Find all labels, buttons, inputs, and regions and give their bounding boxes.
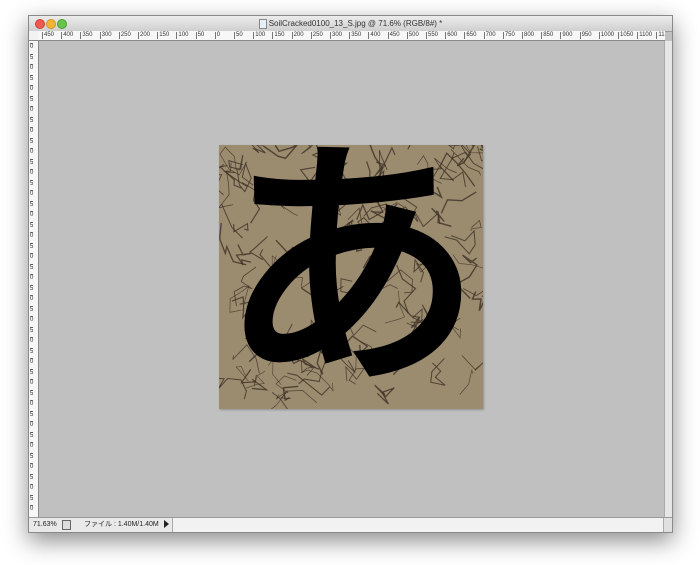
vertical-scrollbar[interactable] [664,41,672,517]
ruler-v-label: 5 [30,200,34,208]
ruler-v-label: 0 [30,211,34,218]
file-size-info: ファイル : 1.40M/1.40M [84,521,159,528]
window-title: SoilCracked0100_13_S.jpg @ 71.6% (RGB/8#… [268,19,443,28]
ruler-h-label: 300 [99,32,112,39]
ruler-h-label: 750 [502,32,515,39]
ruler-v-label: 5 [30,242,34,250]
vertical-ruler[interactable]: 0 5 0 5 0 5 0 5 0 5 0 5 0 5 0 5 0 5 0 5 0 5 0 5 0 5 0 5 0 5 0 5 0 5 0 5 0 5 0 5… [29,41,39,517]
ruler-h-label: 1050 [618,32,634,39]
ruler-h-label: 50 [234,32,243,39]
ruler-v-label: 0 [30,484,34,491]
ruler-h-label: 50 [195,32,205,39]
status-bar: 71.63% ファイル : 1.40M/1.40M [29,517,672,532]
ruler-v-label: 0 [30,421,34,428]
canvas-area[interactable]: あ [39,41,664,517]
horizontal-scrollbar[interactable] [172,518,664,532]
ruler-h-label: 250 [118,32,131,39]
ruler-v-label: 5 [30,368,34,376]
ruler-v-label: 0 [30,148,34,155]
document-image: あ [219,145,483,409]
ruler-v-label: 0 [30,85,34,92]
window-title-container: SoilCracked0100_13_S.jpg @ 71.6% (RGB/8#… [29,17,672,30]
ruler-v-label: 0 [30,379,34,386]
horizontal-ruler[interactable]: 450 400 350 300 250 200 150 100 50 0 50 100 150 200 25… [38,31,665,41]
ruler-h-label: 600 [445,32,458,39]
ruler-h-label: 200 [138,32,151,39]
ruler-v-label: 5 [30,137,34,145]
ruler-h-label: 400 [368,32,381,39]
ruler-h-label: 950 [579,32,592,39]
ruler-v-label: 0 [30,43,34,50]
ruler-v-label: 0 [30,463,34,470]
ruler-h-label: 115 [656,32,665,39]
ruler-v-label: 5 [30,95,34,103]
ruler-h-label: 450 [42,32,55,39]
ruler-v-label: 5 [30,452,34,460]
ruler-h-label: 100 [176,32,189,39]
ruler-h-label: 900 [560,32,573,39]
ruler-h-label: 1100 [637,32,653,39]
document-status-icon[interactable] [62,520,71,530]
ruler-h-label: 150 [272,32,285,39]
title-bar[interactable]: SoilCracked0100_13_S.jpg @ 71.6% (RGB/8#… [29,16,672,32]
ruler-v-label: 5 [30,263,34,271]
status-menu-arrow-icon[interactable] [164,520,169,528]
ruler-h-label: 550 [426,32,439,39]
ruler-v-label: 0 [30,169,34,176]
ruler-h-label: 400 [61,32,74,39]
ruler-v-label: 5 [30,221,34,229]
hiragana-glyph: あ [220,145,482,409]
ruler-v-label: 0 [30,190,34,197]
resize-grip[interactable] [663,518,672,532]
document-window: SoilCracked0100_13_S.jpg @ 71.6% (RGB/8#… [28,15,673,533]
ruler-v-label: 5 [30,158,34,166]
ruler-h-label: 250 [310,32,323,39]
ruler-v-label: 0 [30,337,34,344]
ruler-v-label: 0 [30,295,34,302]
document-icon [258,18,267,29]
ruler-h-label: 450 [387,32,400,39]
ruler-h-label: 100 [253,32,266,39]
ruler-h-label: 650 [464,32,477,39]
ruler-v-label: 0 [30,442,34,449]
ruler-v-label: 5 [30,284,34,292]
ruler-v-label: 0 [30,253,34,260]
ruler-v-label: 0 [30,400,34,407]
ruler-h-label: 300 [330,32,343,39]
ruler-v-label: 5 [30,326,34,334]
ruler-v-label: 5 [30,305,34,313]
ruler-v-label: 5 [30,431,34,439]
ruler-h-label: 150 [157,32,170,39]
ruler-v-label: 0 [30,127,34,134]
ruler-v-label: 0 [30,274,34,281]
ruler-v-label: 0 [30,358,34,365]
ruler-h-label: 350 [80,32,93,39]
zoom-level[interactable]: 71.63% [33,520,57,529]
ruler-h-label: 350 [349,32,362,39]
ruler-v-label: 5 [30,53,34,61]
ruler-v-label: 0 [30,232,34,239]
ruler-v-label: 0 [30,64,34,71]
ruler-h-label: 200 [291,32,304,39]
ruler-h-label: 800 [522,32,535,39]
ruler-v-label: 5 [30,179,34,187]
ruler-v-label: 5 [30,74,34,82]
ruler-v-label: 5 [30,389,34,397]
ruler-v-label: 5 [30,410,34,418]
ruler-h-label: 500 [406,32,419,39]
ruler-v-label: 0 [30,106,34,113]
ruler-h-label: 700 [483,32,496,39]
ruler-h-label: 850 [541,32,554,39]
ruler-v-label: 5 [30,347,34,355]
ruler-v-label: 5 [30,473,34,481]
ruler-v-label: 5 [30,116,34,124]
ruler-h-label: 0 [214,32,221,39]
ruler-h-label: 1000 [598,32,615,39]
ruler-v-label: 5 [30,494,34,502]
ruler-v-label: 0 [30,316,34,323]
ruler-v-label: 0 [30,505,34,512]
